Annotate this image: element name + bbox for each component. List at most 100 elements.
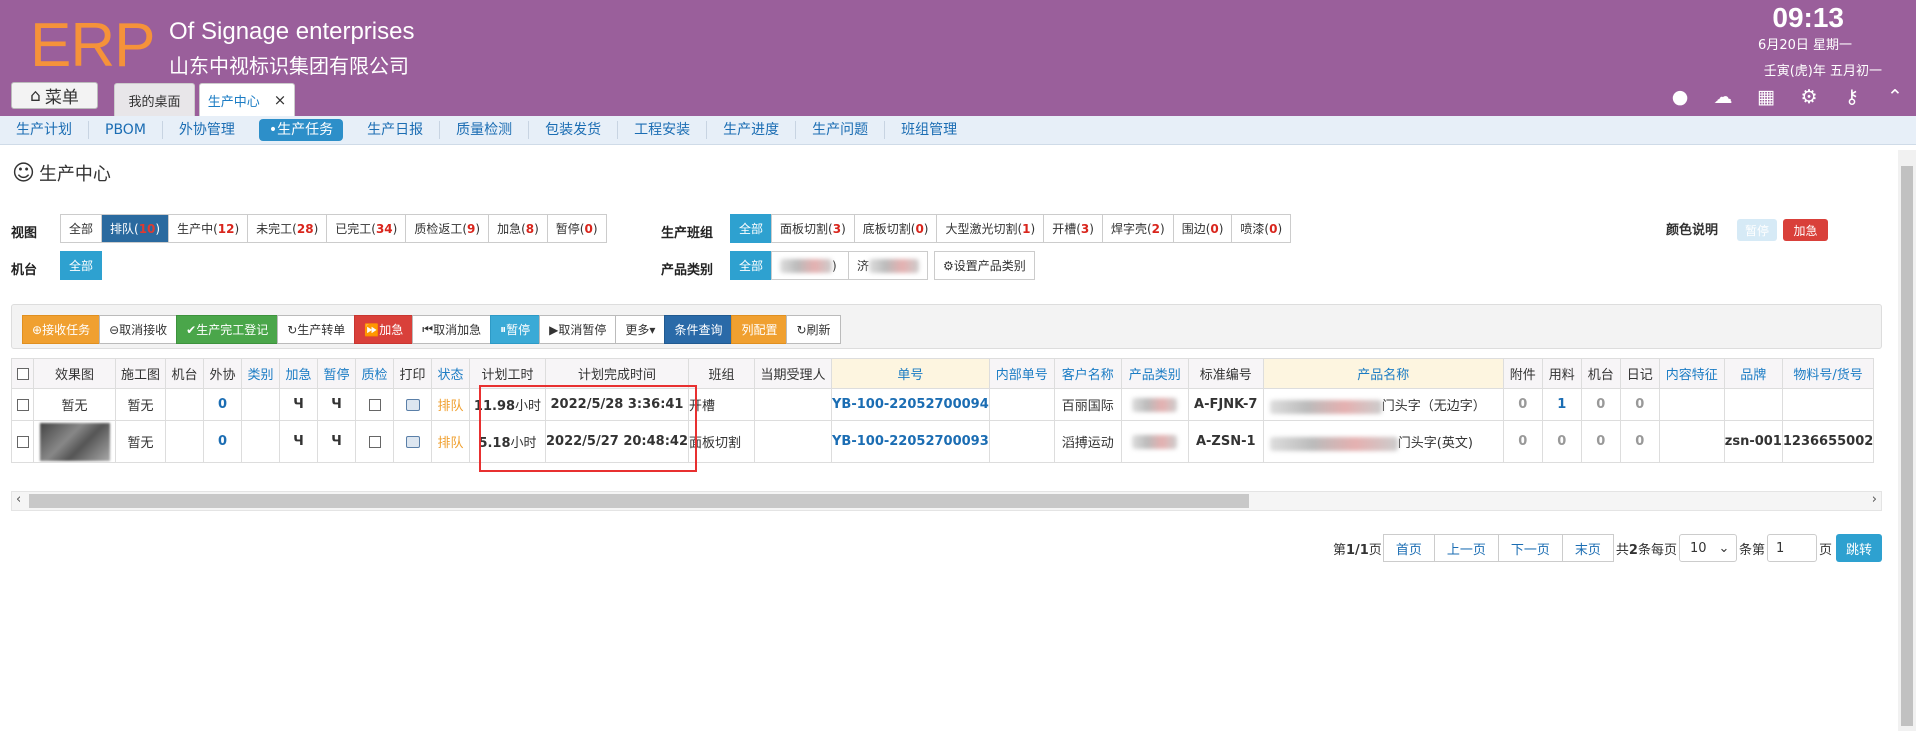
more-dropdown[interactable]: 更多 ▾ — [615, 315, 666, 344]
vertical-scrollbar[interactable] — [1898, 150, 1916, 731]
view-rework[interactable]: 质检返工(9) — [405, 214, 490, 243]
team-weld[interactable]: 焊字壳(2) — [1101, 214, 1174, 243]
view-unfinished[interactable]: 未完工(28) — [247, 214, 328, 243]
col-header[interactable]: 标准编号 — [1187, 358, 1264, 389]
row-checkbox[interactable] — [11, 420, 34, 463]
select-all-checkbox[interactable] — [11, 358, 34, 389]
print-icon[interactable] — [393, 420, 432, 463]
cell-material[interactable]: 1 — [1541, 388, 1582, 421]
category-item-1[interactable]: ) — [771, 251, 850, 280]
col-header[interactable]: 打印 — [393, 358, 432, 389]
nav-item-issues[interactable]: 生产问题 — [796, 121, 886, 139]
nav-item-outsource[interactable]: 外协管理 — [163, 121, 251, 139]
cell-order-no[interactable]: YB-100-22052700094 — [831, 388, 990, 421]
scroll-left-icon[interactable]: ‹ — [16, 492, 21, 507]
cancel-accept-button[interactable]: ⊖ 取消接收 — [99, 315, 178, 344]
nav-item-shipping[interactable]: 包装发货 — [529, 121, 619, 139]
col-header[interactable]: 质检 — [355, 358, 394, 389]
col-header[interactable]: 日记 — [1619, 358, 1660, 389]
nav-item-production-task[interactable]: •生产任务 — [258, 119, 344, 141]
gear-icon[interactable]: ⚙ — [1798, 86, 1820, 108]
column-config-button[interactable]: 列配置 — [731, 315, 788, 344]
col-header[interactable]: 计划工时 — [469, 358, 546, 389]
pause-button[interactable]: ⏸ 暂停 — [490, 315, 541, 344]
nav-item-team[interactable]: 班组管理 — [885, 121, 973, 139]
col-header[interactable]: 单号 — [831, 358, 990, 389]
nav-item-pbom[interactable]: PBOM — [89, 121, 163, 139]
nav-item-plan[interactable]: 生产计划 — [0, 121, 89, 139]
cell-outsource[interactable]: 0 — [203, 420, 242, 463]
col-header[interactable]: 产品名称 — [1262, 358, 1504, 389]
team-all[interactable]: 全部 — [730, 214, 773, 243]
col-header[interactable]: 效果图 — [33, 358, 116, 389]
scrollbar-thumb[interactable] — [29, 494, 1249, 508]
cloud-icon[interactable]: ☁ — [1712, 86, 1734, 108]
col-header[interactable]: 客户名称 — [1053, 358, 1122, 389]
cell-outsource[interactable]: 0 — [203, 388, 242, 421]
cell-qc[interactable] — [355, 420, 394, 463]
scrollbar-thumb[interactable] — [1901, 166, 1913, 726]
col-header[interactable]: 状态 — [431, 358, 470, 389]
view-finished[interactable]: 已完工(34) — [326, 214, 407, 243]
team-panel-cut[interactable]: 面板切割(3) — [771, 214, 855, 243]
scroll-right-icon[interactable]: › — [1872, 492, 1877, 507]
jump-button[interactable]: 跳转 — [1835, 534, 1882, 562]
prev-page-button[interactable]: 上一页 — [1433, 534, 1499, 562]
close-icon[interactable]: × — [274, 91, 287, 109]
first-page-button[interactable]: 首页 — [1382, 534, 1435, 562]
view-paused[interactable]: 暂停(0) — [546, 214, 607, 243]
col-header[interactable]: 施工图 — [115, 358, 166, 389]
col-header[interactable]: 物料号/货号 — [1781, 358, 1875, 389]
nav-item-quality[interactable]: 质量检测 — [440, 121, 530, 139]
team-laser-cut[interactable]: 大型激光切割(1) — [936, 214, 1045, 243]
col-header[interactable]: 内容特征 — [1658, 358, 1725, 389]
col-header[interactable]: 附件 — [1502, 358, 1543, 389]
col-header[interactable]: 产品类别 — [1120, 358, 1189, 389]
print-icon[interactable] — [393, 388, 432, 421]
user-icon[interactable]: ● — [1669, 86, 1691, 108]
category-all[interactable]: 全部 — [730, 251, 773, 280]
team-base-cut[interactable]: 底板切割(0) — [853, 214, 938, 243]
condition-query-button[interactable]: 条件查询 — [664, 315, 733, 344]
collapse-icon[interactable]: ⌃ — [1884, 86, 1906, 108]
col-header[interactable]: 用料 — [1541, 358, 1582, 389]
team-edge[interactable]: 围边(0) — [1172, 214, 1233, 243]
tab-my-desktop[interactable]: 我的桌面 — [114, 83, 195, 116]
accept-task-button[interactable]: ⊕ 接收任务 — [22, 315, 101, 344]
last-page-button[interactable]: 末页 — [1561, 534, 1614, 562]
table-row[interactable]: 暂无 0 Ч Ч 排队 5.18小时 2022/5/27 20:48:42 面板… — [11, 420, 1875, 463]
nav-item-daily-report[interactable]: 生产日报 — [351, 121, 441, 139]
view-all[interactable]: 全部 — [60, 214, 103, 243]
horizontal-scrollbar[interactable]: ‹ › — [11, 491, 1882, 511]
transfer-button[interactable]: ↻ 生产转单 — [277, 315, 356, 344]
col-header[interactable]: 机台 — [1580, 358, 1621, 389]
page-number-input[interactable]: 1 — [1766, 534, 1817, 562]
nav-item-installation[interactable]: 工程安装 — [618, 121, 708, 139]
team-groove[interactable]: 开槽(3) — [1043, 214, 1103, 243]
category-item-2[interactable]: 济 — [848, 251, 929, 280]
col-header[interactable]: 加急 — [279, 358, 318, 389]
col-header[interactable]: 外协 — [203, 358, 242, 389]
effect-thumbnail[interactable] — [39, 422, 110, 461]
urgent-button[interactable]: ⏩ 加急 — [354, 315, 414, 344]
view-queue[interactable]: 排队(10) — [101, 214, 170, 243]
machine-all[interactable]: 全部 — [60, 251, 103, 280]
col-header[interactable]: 暂停 — [317, 358, 356, 389]
menu-button[interactable]: ⌂ 菜单 — [11, 82, 98, 109]
view-urgent[interactable]: 加急(8) — [488, 214, 548, 243]
grid-icon[interactable]: ▦ — [1755, 86, 1777, 108]
cell-effect[interactable] — [33, 420, 116, 463]
col-header[interactable]: 品牌 — [1723, 358, 1783, 389]
col-header[interactable]: 计划完成时间 — [544, 358, 690, 389]
col-header[interactable]: 内部单号 — [988, 358, 1055, 389]
cell-order-no[interactable]: YB-100-22052700093 — [831, 420, 990, 463]
next-page-button[interactable]: 下一页 — [1497, 534, 1563, 562]
nav-item-progress[interactable]: 生产进度 — [707, 121, 797, 139]
set-category-button[interactable]: ⚙ 设置产品类别 — [934, 251, 1035, 280]
view-in-production[interactable]: 生产中(12) — [168, 214, 249, 243]
col-header[interactable]: 班组 — [688, 358, 756, 389]
team-paint[interactable]: 喷漆(0) — [1231, 214, 1292, 243]
cancel-pause-button[interactable]: ▶ 取消暂停 — [539, 315, 617, 344]
key-icon[interactable]: ⚷ — [1841, 86, 1863, 108]
col-header[interactable]: 当期受理人 — [754, 358, 833, 389]
